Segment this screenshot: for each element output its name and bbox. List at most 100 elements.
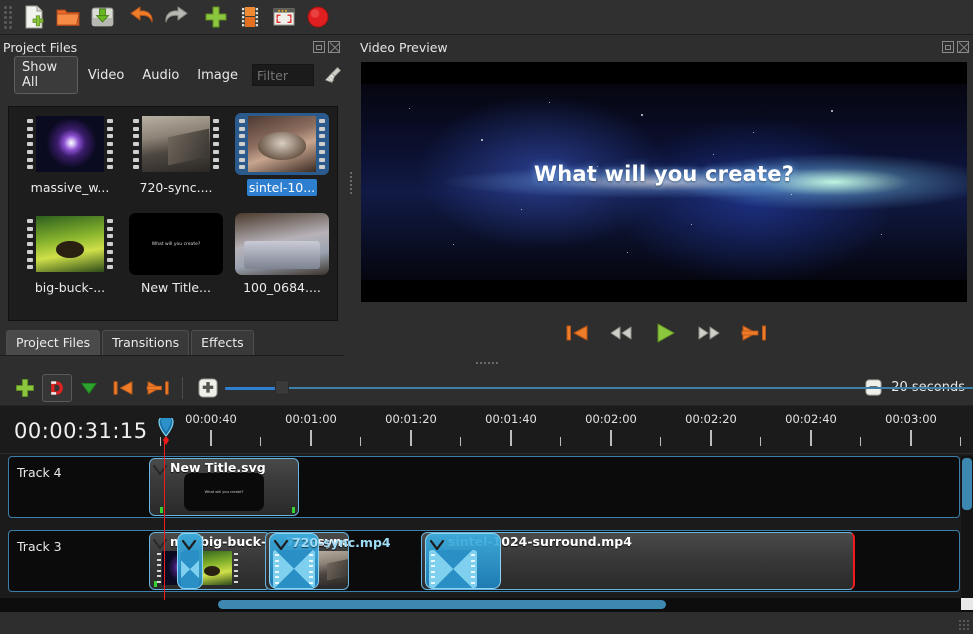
zoom-slider-track <box>225 386 973 389</box>
close-preview-icon[interactable] <box>957 41 969 53</box>
filter-input[interactable] <box>252 64 314 86</box>
ruler-major-tick <box>210 430 212 446</box>
ruler-major-tick <box>310 430 312 446</box>
snapping-toggle-button[interactable] <box>42 373 72 402</box>
save-project-button[interactable] <box>85 2 119 32</box>
float-preview-icon[interactable] <box>942 41 954 53</box>
ruler-minor-tick <box>860 437 861 446</box>
project-file-label: massive_w... <box>30 180 110 195</box>
play-button[interactable] <box>650 320 680 346</box>
zoom-slider-fill <box>225 386 277 390</box>
project-file-item[interactable]: massive_w... <box>17 113 123 213</box>
zoom-slider-knob[interactable] <box>275 379 289 395</box>
record-circle-icon <box>307 6 329 28</box>
vertical-splitter[interactable] <box>345 36 357 330</box>
save-disk-icon <box>91 7 113 27</box>
horizontal-scrollbar-thumb[interactable] <box>218 600 666 609</box>
timeline-horizontal-scrollbar[interactable] <box>0 598 973 612</box>
timeline-vertical-scrollbar[interactable] <box>961 456 973 602</box>
rewind-button[interactable] <box>606 320 636 346</box>
status-bar <box>0 612 973 634</box>
title-overlay-text: What will you create? <box>151 241 201 247</box>
transition-caret-icon[interactable] <box>273 536 289 551</box>
project-files-grid[interactable]: massive_w... 720-sync.... sintel-10... b… <box>8 106 338 321</box>
fast-forward-icon <box>698 326 720 340</box>
vertical-scrollbar-thumb[interactable] <box>962 458 972 510</box>
undo-arrow-icon <box>130 6 153 23</box>
tab-transitions[interactable]: Transitions <box>102 330 190 355</box>
clip-title-label: big-buck- <box>200 534 267 549</box>
project-file-label: big-buck-... <box>34 280 106 295</box>
export-video-button[interactable] <box>301 2 335 32</box>
timeline-ruler[interactable]: 00:00:31:15 00:00:40 00:01:00 00:01:20 0… <box>0 406 973 454</box>
open-project-button[interactable] <box>51 2 85 32</box>
timeline-track-4[interactable]: Track 4 New Title.svg What will you crea… <box>8 456 960 518</box>
video-preview-canvas[interactable]: What will you create? <box>361 62 967 302</box>
project-file-item[interactable]: 100_0684.... <box>229 213 335 313</box>
project-file-label: 100_0684.... <box>243 280 321 295</box>
zoom-slider[interactable] <box>225 378 973 398</box>
ruler-minor-tick <box>260 437 261 446</box>
center-icon <box>198 378 218 397</box>
project-file-item[interactable]: 720-sync.... <box>123 113 229 213</box>
track-name-label: Track 4 <box>17 465 62 480</box>
ruler-minor-tick <box>660 437 661 446</box>
close-panel-icon[interactable] <box>328 41 340 53</box>
timeline-transition[interactable] <box>177 533 203 589</box>
redo-arrow-icon <box>165 6 188 23</box>
rewind-icon <box>610 326 632 340</box>
transition-caret-icon[interactable] <box>181 536 197 551</box>
tab-effects[interactable]: Effects <box>191 330 254 355</box>
redo-button[interactable] <box>159 2 193 32</box>
import-files-button[interactable] <box>199 2 233 32</box>
timeline-add-track-button[interactable] <box>8 373 42 403</box>
next-marker-button[interactable] <box>140 373 174 403</box>
window-resize-grip[interactable] <box>959 620 971 632</box>
ruler-minor-tick <box>560 437 561 446</box>
playback-controls <box>357 314 973 352</box>
previous-marker-button[interactable] <box>106 373 140 403</box>
video-preview-panel: Video Preview What will you create? <box>357 36 973 356</box>
project-file-label: 720-sync.... <box>139 180 213 195</box>
filter-image-button[interactable]: Image <box>189 64 246 87</box>
filter-audio-button[interactable]: Audio <box>134 64 187 87</box>
filter-show-all-button[interactable]: Show All <box>14 56 78 94</box>
undo-button[interactable] <box>125 2 159 32</box>
ruler-major-tick <box>610 430 612 446</box>
ruler-major-tick <box>810 430 812 446</box>
timeline-clip-new-title[interactable]: New Title.svg What will you create? <box>149 458 299 516</box>
timeline-track-3[interactable]: Track 3 m big-buck- <box>8 530 960 592</box>
horizontal-splitter[interactable] <box>0 356 973 370</box>
add-marker-button[interactable] <box>72 373 106 403</box>
ruler-label: 00:00:40 <box>185 412 237 426</box>
center-playhead-button[interactable] <box>191 373 225 403</box>
jump-end-button[interactable] <box>738 320 768 346</box>
ruler-label: 00:02:40 <box>785 412 837 426</box>
toolbar-drag-handle[interactable] <box>3 5 13 29</box>
fullscreen-button[interactable] <box>267 2 301 32</box>
project-file-item-selected[interactable]: sintel-10... <box>229 113 335 213</box>
clear-filter-button[interactable] <box>324 65 344 85</box>
ruler-major-tick <box>510 430 512 446</box>
ruler-major-tick <box>410 430 412 446</box>
add-track-button[interactable] <box>233 2 267 32</box>
project-file-item[interactable]: What will you create? New Title... <box>123 213 229 313</box>
timeline-transition[interactable] <box>425 533 501 589</box>
project-file-item[interactable]: big-buck-... <box>17 213 123 313</box>
timeline-tracks[interactable]: Track 4 New Title.svg What will you crea… <box>0 454 973 602</box>
fast-forward-button[interactable] <box>694 320 724 346</box>
filter-video-button[interactable]: Video <box>80 64 132 87</box>
video-preview-title-text: Video Preview <box>360 39 448 55</box>
file-thumbnail <box>36 116 104 172</box>
ruler-minor-tick <box>460 437 461 446</box>
float-panel-icon[interactable] <box>313 41 325 53</box>
timeline-transition[interactable]: 720-sync.mp4 <box>269 533 391 589</box>
video-preview-panel-title: Video Preview <box>357 36 973 58</box>
audio-level-mark <box>292 507 295 513</box>
jump-start-button[interactable] <box>562 320 592 346</box>
project-files-panel-title: Project Files <box>0 36 344 58</box>
tab-project-files[interactable]: Project Files <box>6 330 101 355</box>
new-project-button[interactable] <box>17 2 51 32</box>
playhead-timecode: 00:00:31:15 <box>14 419 148 443</box>
transition-caret-icon[interactable] <box>429 536 445 551</box>
